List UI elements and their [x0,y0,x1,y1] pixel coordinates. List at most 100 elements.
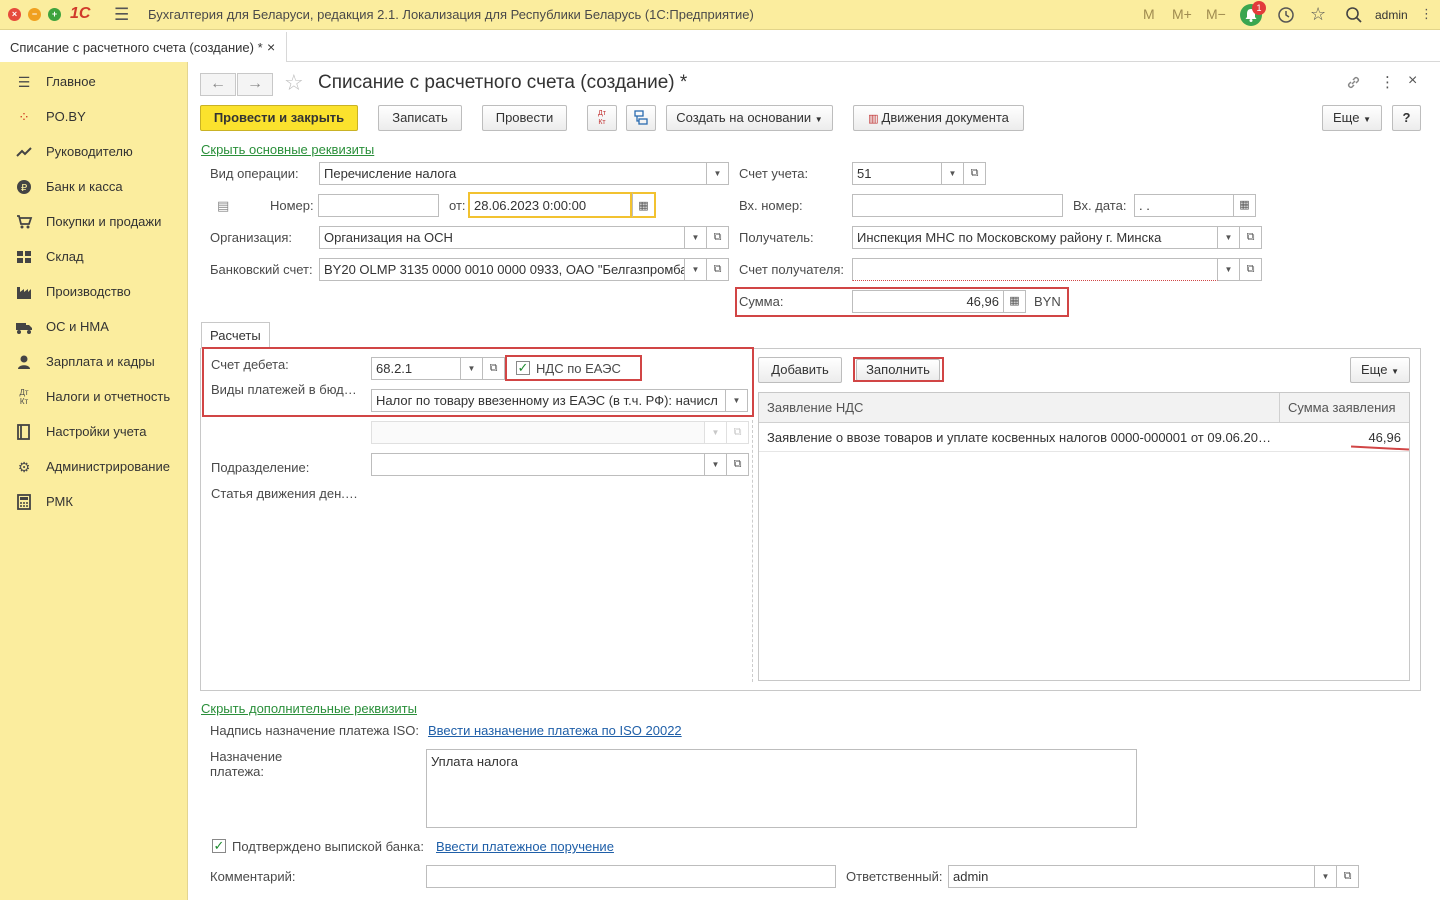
chevron-down-icon: ▼ [1391,367,1399,376]
bank-account-open-icon[interactable]: ⧉ [707,258,729,281]
post-and-close-button[interactable]: Провести и закрыть [200,105,358,131]
sidebar-item-warehouse[interactable]: Склад [0,239,188,274]
account-dropdown-icon[interactable]: ▼ [942,162,964,185]
bank-account-field[interactable]: BY20 OLMP 3135 0000 0010 0000 0933, ОАО … [319,258,685,281]
hide-extra-details-link[interactable]: Скрыть дополнительные реквизиты [201,701,417,716]
tab-document[interactable]: Списание с расчетного счета (создание) *… [0,32,287,62]
table-row[interactable]: Заявление о ввозе товаров и уплате косве… [759,424,1409,452]
recipient-account-dropdown-icon[interactable]: ▼ [1218,258,1240,281]
operation-field[interactable]: Перечисление налога [319,162,707,185]
hide-main-details-link[interactable]: Скрыть основные реквизиты [201,142,374,157]
sidebar-item-salary[interactable]: Зарплата и кадры [0,344,188,379]
sidebar-item-label: Банк и касса [46,179,123,194]
calc-more-button[interactable]: Еще ▼ [1350,357,1410,383]
operation-dropdown-icon[interactable]: ▼ [707,162,729,185]
sidebar-item-admin[interactable]: ⚙ Администрирование [0,449,188,484]
date-field[interactable]: 28.06.2023 0:00:00 [468,192,632,218]
recipient-open-icon[interactable]: ⧉ [1240,226,1262,249]
iso-label: Надпись назначение платежа ISO: [210,723,420,738]
recipient-dropdown-icon[interactable]: ▼ [1218,226,1240,249]
sidebar-item-label: ОС и НМА [46,319,109,334]
column-header-amount[interactable]: Сумма заявления [1288,400,1396,415]
bookmark-m-icon[interactable]: M [1143,6,1155,22]
organization-open-icon[interactable]: ⧉ [707,226,729,249]
purpose-textarea[interactable]: Уплата налога [426,749,1137,828]
gear-icon: ⚙ [17,459,31,475]
organization-field[interactable]: Организация на ОСН [319,226,685,249]
bookmark-mminus-icon[interactable]: M− [1206,6,1226,22]
division-label: Подразделение: [211,460,310,475]
document-movements-label: Движения документа [881,110,1009,125]
tab-close-icon[interactable]: × [267,39,275,55]
add-button[interactable]: Добавить [758,357,842,383]
forward-button[interactable]: → [237,73,273,96]
sidebar-item-bank[interactable]: ₽ Банк и касса [0,169,188,204]
sidebar-item-sales[interactable]: Покупки и продажи [0,204,188,239]
operation-label: Вид операции: [210,166,299,181]
recipient-account-open-icon[interactable]: ⧉ [1240,258,1262,281]
save-button[interactable]: Записать [378,105,462,131]
responsible-open-icon[interactable]: ⧉ [1337,865,1359,888]
recipient-account-label: Счет получателя: [739,262,845,277]
history-icon[interactable] [1277,6,1295,27]
bookmark-mplus-icon[interactable]: M+ [1172,6,1192,22]
recipient-account-field[interactable] [852,258,1218,281]
number-settings-icon[interactable]: ▤ [217,198,229,214]
incoming-date-field[interactable]: . . [1134,194,1234,217]
division-field[interactable] [371,453,705,476]
account-open-icon[interactable]: ⧉ [964,162,986,185]
form-close-icon[interactable]: × [1408,72,1417,90]
column-header-statement[interactable]: Заявление НДС [767,400,863,415]
form-menu-icon[interactable]: ⋮ [1380,73,1395,91]
sidebar-item-settings[interactable]: Настройки учета [0,414,188,449]
sidebar-item-director[interactable]: Руководителю [0,134,188,169]
payment-order-link[interactable]: Ввести платежное поручение [436,839,614,854]
tab-calculations[interactable]: Расчеты [201,322,270,349]
more-label: Еще [1333,110,1360,125]
dtkt-button[interactable]: Дт Кт [587,105,617,131]
create-based-on-button[interactable]: Создать на основании ▼ [666,105,833,131]
responsible-field[interactable]: admin [948,865,1315,888]
comment-field[interactable] [426,865,836,888]
sidebar-item-label: Руководителю [46,144,133,159]
division-open-icon[interactable]: ⧉ [727,453,749,476]
link-icon[interactable] [1345,74,1362,94]
sidebar-item-taxes[interactable]: Дт Кт Налоги и отчетность [0,379,188,414]
user-name[interactable]: admin [1375,8,1408,22]
recipient-field[interactable]: Инспекция МНС по Московскому району г. М… [852,226,1218,249]
favorites-star-icon[interactable]: ☆ [1310,4,1326,25]
menu-icon[interactable]: ☰ [114,5,129,25]
number-field[interactable] [318,194,439,217]
bank-account-dropdown-icon[interactable]: ▼ [685,258,707,281]
back-button[interactable]: ← [200,73,236,96]
number-label: Номер: [270,198,314,213]
help-button[interactable]: ? [1392,105,1421,131]
organization-dropdown-icon[interactable]: ▼ [685,226,707,249]
tab-calculations-label: Расчеты [210,328,261,343]
sidebar-item-production[interactable]: Производство [0,274,188,309]
iso-link[interactable]: Ввести назначение платежа по ISO 20022 [428,723,682,738]
incoming-number-field[interactable] [852,194,1063,217]
trend-icon [15,143,33,161]
responsible-dropdown-icon[interactable]: ▼ [1315,865,1337,888]
confirmed-checkbox[interactable]: ✓ [212,839,226,853]
more-vertical-icon[interactable]: ⋮ [1420,6,1433,22]
sidebar-item-main[interactable]: ☰ Главное [0,64,188,99]
division-dropdown-icon[interactable]: ▼ [705,453,727,476]
sidebar-item-poby[interactable]: ⁘ PO.BY [0,99,188,134]
favorite-star-icon[interactable]: ☆ [284,70,304,96]
post-button[interactable]: Провести [482,105,567,131]
document-movements-button[interactable]: ▥ Движения документа [853,105,1024,131]
maximize-window-icon[interactable]: + [48,8,61,21]
form-title: Списание с расчетного счета (создание) * [318,72,688,93]
search-icon[interactable] [1345,6,1363,27]
incoming-calendar-icon[interactable]: ▦ [1234,194,1256,217]
minimize-window-icon[interactable]: − [28,8,41,21]
structure-button[interactable] [626,105,656,131]
more-button[interactable]: Еще ▼ [1322,105,1382,131]
sidebar-item-rmk[interactable]: РМК [0,484,188,519]
sidebar-item-fixed-assets[interactable]: ОС и НМА [0,309,188,344]
calendar-icon[interactable]: ▦ [632,192,656,218]
account-field[interactable]: 51 [852,162,942,185]
close-window-icon[interactable]: × [8,8,21,21]
